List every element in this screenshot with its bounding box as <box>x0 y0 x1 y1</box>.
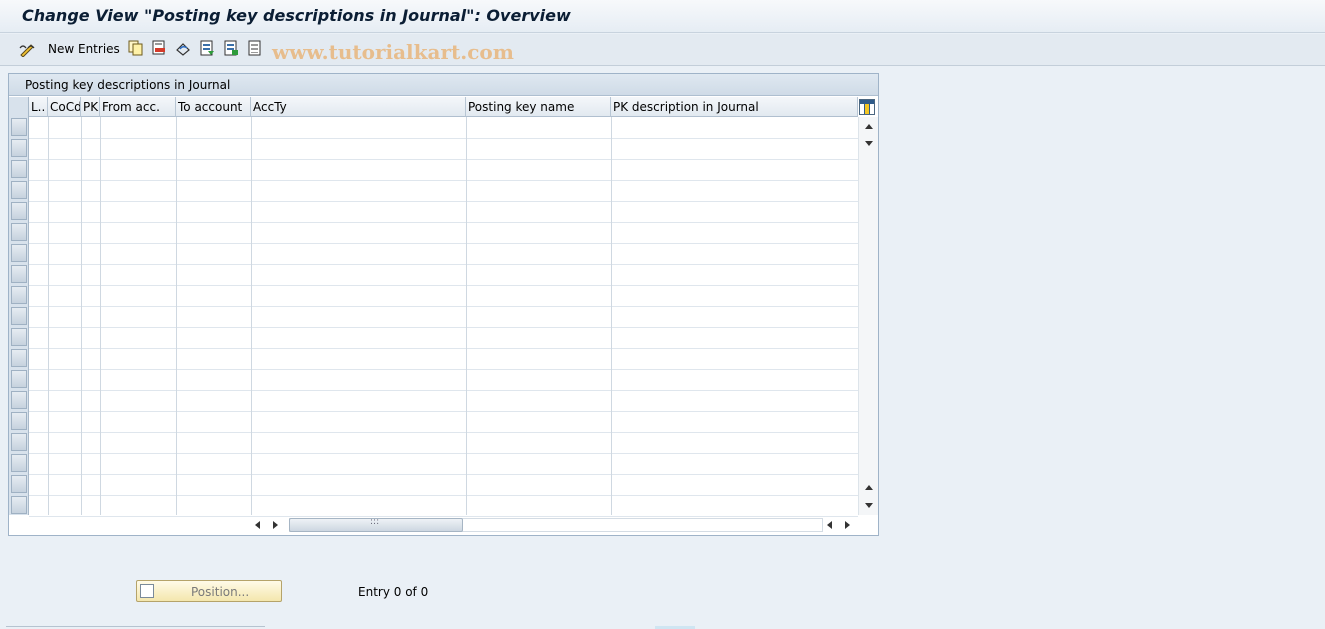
scroll-end-right-icon[interactable] <box>845 521 850 529</box>
page-title: Change View "Posting key descriptions in… <box>22 6 571 25</box>
row-divider <box>29 138 858 139</box>
row-selector[interactable] <box>11 433 27 451</box>
edit-glasses-icon[interactable] <box>19 41 35 57</box>
row-divider <box>29 285 858 286</box>
row-divider <box>29 306 858 307</box>
scroll-page-up-icon[interactable] <box>865 485 873 490</box>
row-divider <box>29 474 858 475</box>
row-divider <box>29 159 858 160</box>
new-entries-button[interactable]: New Entries <box>48 42 120 56</box>
row-selector[interactable] <box>11 349 27 367</box>
watermark: www.tutorialkart.com <box>272 40 514 64</box>
column-header-cocd[interactable]: CoCd <box>48 97 81 117</box>
deselect-all-icon[interactable] <box>247 40 263 56</box>
column-header-to-account[interactable]: To account <box>176 97 251 117</box>
scroll-left-icon[interactable] <box>255 521 260 529</box>
row-selector[interactable] <box>11 202 27 220</box>
delete-icon[interactable] <box>151 40 167 56</box>
row-divider <box>29 411 858 412</box>
column-header-pk-description[interactable]: PK description in Journal <box>611 97 858 117</box>
row-divider <box>29 453 858 454</box>
undo-icon[interactable] <box>175 40 191 56</box>
row-divider <box>29 180 858 181</box>
position-button-label: Position... <box>191 585 250 599</box>
position-icon <box>140 584 154 598</box>
row-selector[interactable] <box>11 265 27 283</box>
application-toolbar: New Entries <box>0 34 1325 66</box>
column-divider <box>251 117 252 515</box>
scroll-page-down-icon[interactable] <box>865 141 873 146</box>
column-divider <box>81 117 82 515</box>
column-header-l[interactable]: L.. <box>29 97 48 117</box>
title-bar: Change View "Posting key descriptions in… <box>0 0 1325 33</box>
column-divider <box>611 117 612 515</box>
select-all-icon[interactable] <box>199 40 215 56</box>
column-header-from-acc[interactable]: From acc. <box>100 97 176 117</box>
table-settings-icon[interactable] <box>859 99 875 115</box>
vertical-scrollbar[interactable] <box>858 117 878 515</box>
scroll-end-left-icon[interactable] <box>827 521 832 529</box>
row-selector[interactable] <box>11 454 27 472</box>
table-title: Posting key descriptions in Journal <box>25 78 231 92</box>
row-selector[interactable] <box>11 475 27 493</box>
column-divider <box>466 117 467 515</box>
column-divider <box>176 117 177 515</box>
row-selector[interactable] <box>11 244 27 262</box>
scroll-right-icon[interactable] <box>273 521 278 529</box>
entry-counter: Entry 0 of 0 <box>358 585 429 599</box>
row-selector[interactable] <box>11 328 27 346</box>
table-title-bar: Posting key descriptions in Journal <box>9 74 878 96</box>
select-block-icon[interactable] <box>223 40 239 56</box>
row-selector[interactable] <box>11 391 27 409</box>
row-selector[interactable] <box>11 370 27 388</box>
row-selector[interactable] <box>11 181 27 199</box>
column-divider <box>100 117 101 515</box>
row-selector[interactable] <box>11 139 27 157</box>
row-divider <box>29 201 858 202</box>
row-divider <box>29 264 858 265</box>
row-divider <box>29 243 858 244</box>
copy-icon[interactable] <box>127 40 143 56</box>
row-divider <box>29 432 858 433</box>
row-selector[interactable] <box>11 286 27 304</box>
row-divider <box>29 348 858 349</box>
table-grid: L.. CoCd PK From acc. To account AccTy P… <box>9 97 878 517</box>
row-divider <box>29 369 858 370</box>
row-divider <box>29 390 858 391</box>
column-header-posting-key-name[interactable]: Posting key name <box>466 97 611 117</box>
horizontal-scrollbar[interactable]: ::: <box>249 516 857 534</box>
row-selector[interactable] <box>11 223 27 241</box>
row-selector[interactable] <box>11 160 27 178</box>
table-control: Posting key descriptions in Journal L.. … <box>8 73 879 536</box>
row-divider <box>29 495 858 496</box>
scroll-thumb[interactable]: ::: <box>289 517 463 532</box>
column-divider <box>48 117 49 515</box>
position-button[interactable]: Position... <box>136 580 282 602</box>
column-header-pk[interactable]: PK <box>81 97 100 117</box>
row-divider <box>29 222 858 223</box>
row-divider <box>29 327 858 328</box>
column-header-accty[interactable]: AccTy <box>251 97 466 117</box>
scroll-up-icon[interactable] <box>865 124 873 129</box>
row-selector[interactable] <box>11 307 27 325</box>
scroll-down-icon[interactable] <box>865 503 873 508</box>
row-selector[interactable] <box>11 496 27 514</box>
row-selector[interactable] <box>11 412 27 430</box>
row-selector[interactable] <box>11 118 27 136</box>
